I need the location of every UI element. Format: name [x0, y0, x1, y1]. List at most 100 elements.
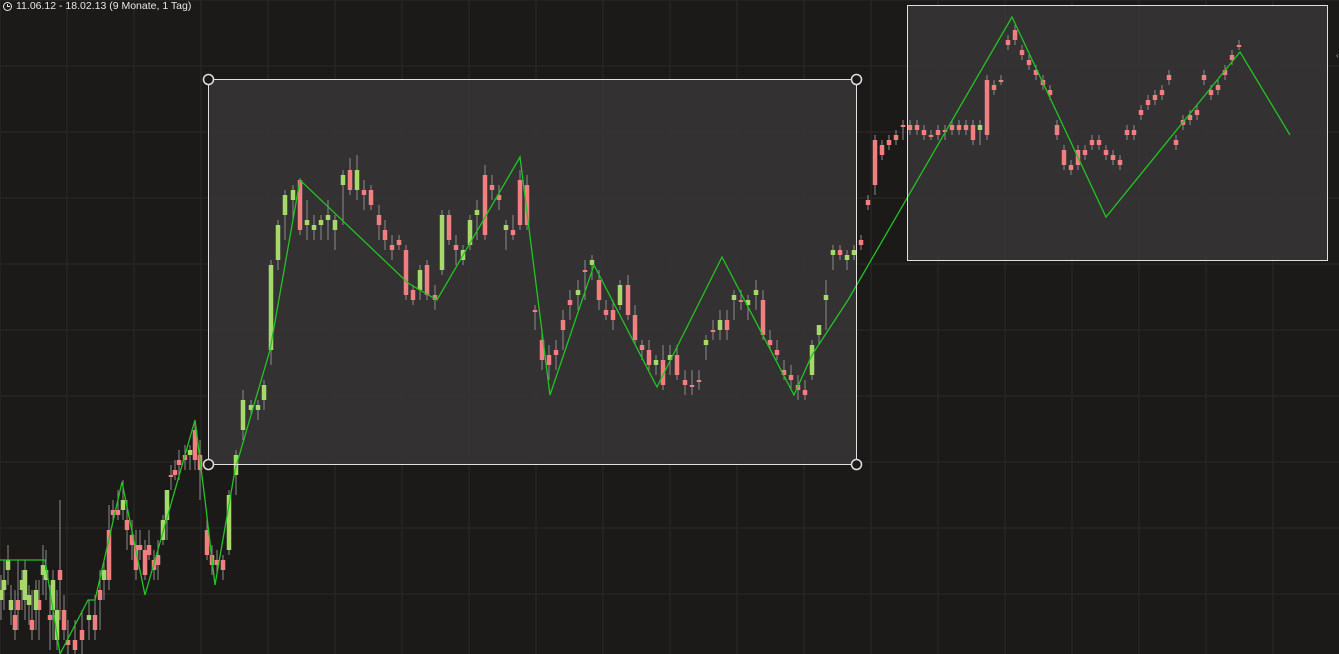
candle [86, 600, 92, 640]
candle-body [275, 225, 281, 260]
candle-body [318, 220, 324, 225]
candle-body [603, 310, 609, 315]
candle [33, 580, 39, 630]
candle-body [872, 140, 878, 185]
candle [984, 75, 990, 140]
candle-body [717, 320, 723, 330]
candle [137, 530, 143, 560]
candle-body [575, 290, 581, 295]
resize-handle[interactable] [202, 458, 215, 471]
candle-body [101, 570, 107, 580]
candle-body [164, 490, 170, 520]
candle-body [689, 385, 695, 387]
candle-body [1124, 130, 1130, 135]
candlestick-chart[interactable] [0, 0, 1339, 654]
candle-body [893, 135, 899, 140]
candle [268, 260, 274, 365]
candle-body [674, 355, 680, 375]
candle-body [396, 240, 402, 245]
candle [439, 210, 445, 275]
candle-body [1103, 150, 1109, 155]
candle-body [816, 325, 822, 335]
candle-body [176, 460, 182, 465]
candle-body [97, 590, 103, 600]
candle-body [1068, 165, 1074, 170]
candle [446, 210, 452, 245]
chart-area[interactable]: 11.06.12 - 18.02.13 (9 Monate, 1 Tag) ‹ [0, 0, 1339, 654]
candle [872, 135, 878, 195]
candle-body [410, 290, 416, 300]
candle-body [802, 390, 808, 395]
candle-body [625, 285, 631, 315]
candle [5, 545, 11, 585]
candle-body [1166, 75, 1172, 80]
candle-body [57, 570, 63, 580]
candle-body [977, 125, 983, 130]
candle-body [1096, 140, 1102, 145]
candle-body [304, 220, 310, 225]
candle-body [517, 180, 523, 225]
candle-body [340, 175, 346, 185]
candle-body [482, 175, 488, 235]
candle-body [886, 140, 892, 145]
candle-body [1215, 85, 1221, 90]
candle-body [682, 380, 688, 385]
candle-body [220, 560, 226, 570]
candle-body [710, 330, 716, 332]
candle-body [949, 125, 955, 130]
candle [1, 560, 7, 610]
candle-body [489, 185, 495, 190]
resize-handle[interactable] [850, 458, 863, 471]
candle-body [261, 385, 267, 400]
candle-body [830, 250, 836, 255]
candle-body [788, 375, 794, 380]
candle-body [453, 245, 459, 250]
selection-fills [208, 5, 1327, 464]
candle-body [774, 350, 780, 355]
candle [879, 140, 885, 160]
candle [172, 460, 178, 480]
candle-body [921, 130, 927, 135]
candle-body [12, 615, 18, 630]
resize-handle[interactable] [202, 73, 215, 86]
candle-body [240, 400, 246, 430]
candle-body [1019, 50, 1025, 55]
candle-body [1089, 140, 1095, 145]
candle-body [376, 215, 382, 225]
candle-body [928, 135, 934, 137]
candle-body [424, 265, 430, 295]
candle [92, 595, 98, 640]
candle-body [837, 250, 843, 255]
candle-body [361, 190, 367, 195]
candle [886, 135, 892, 150]
candle-body [935, 130, 941, 135]
candle-body [40, 565, 46, 575]
candle [187, 445, 193, 470]
candle-body [738, 300, 744, 302]
candle-body [510, 230, 516, 235]
candle-body [439, 215, 445, 270]
candle-body [1194, 110, 1200, 115]
candle-body [15, 600, 21, 610]
candle-body [474, 210, 480, 215]
candle-body [553, 350, 559, 355]
candle-body [991, 85, 997, 90]
candle-body [417, 270, 423, 290]
candle-body [767, 340, 773, 345]
candle-body [79, 630, 85, 640]
candle-body [92, 615, 98, 630]
candle [168, 465, 174, 490]
candle-body [187, 450, 193, 455]
candle-body [290, 190, 296, 200]
candle [146, 530, 152, 560]
candle-body [703, 340, 709, 345]
candle [8, 585, 14, 625]
candle [40, 545, 46, 595]
resize-handle[interactable] [850, 73, 863, 86]
candle-body [50, 580, 56, 610]
candle-body [1208, 90, 1214, 95]
candle-body [1012, 30, 1018, 40]
candle-body [653, 360, 659, 365]
candle-body [956, 125, 962, 130]
candle-body [546, 355, 552, 365]
